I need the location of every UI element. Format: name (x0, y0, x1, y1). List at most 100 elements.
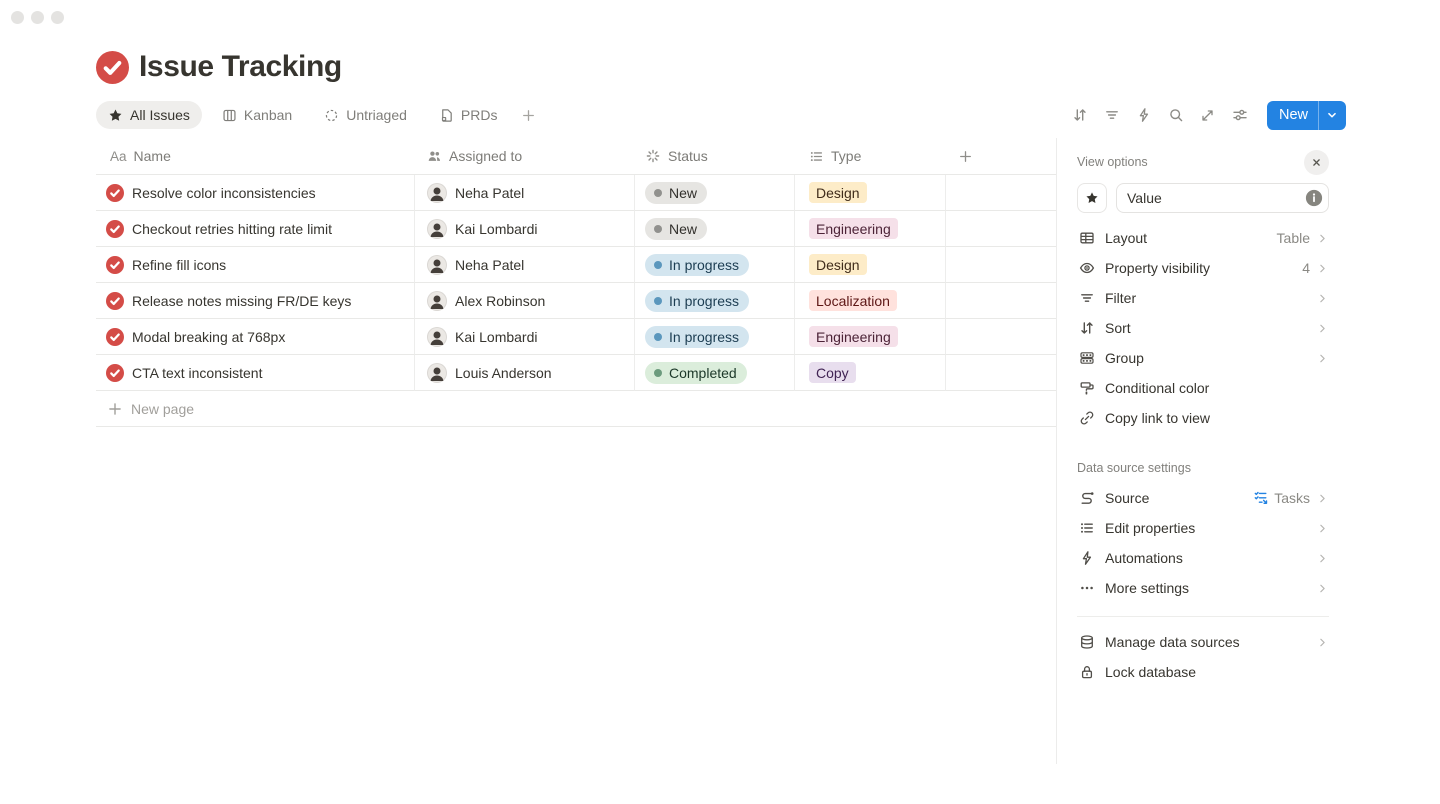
type-cell[interactable]: Copy (795, 355, 946, 391)
new-button-dropdown[interactable] (1318, 101, 1346, 130)
empty-cell[interactable] (946, 355, 1056, 391)
tab-prds[interactable]: PRDs (427, 101, 510, 129)
status-cell[interactable]: Completed (635, 355, 795, 391)
menu-item-manage-data-sources[interactable]: Manage data sources (1077, 627, 1329, 657)
status-cell[interactable]: In progress (635, 283, 795, 319)
assignee-cell[interactable]: Kai Lombardi (415, 211, 635, 247)
name-cell[interactable]: Modal breaking at 768px (96, 319, 415, 355)
column-header-status[interactable]: Status (635, 138, 795, 174)
table-header-row: Aa Name Assigned to Status Type (96, 138, 1056, 175)
menu-item-filter[interactable]: Filter (1077, 283, 1329, 313)
tab-untriaged[interactable]: Untriaged (312, 101, 419, 129)
type-cell[interactable]: Localization (795, 283, 946, 319)
avatar (427, 183, 447, 203)
chevron-right-icon (1316, 552, 1329, 565)
empty-cell[interactable] (946, 283, 1056, 319)
page-check-icon[interactable] (96, 51, 129, 84)
chevron-down-icon (1325, 108, 1339, 122)
column-header-assigned-to[interactable]: Assigned to (415, 138, 635, 174)
window-control-dot[interactable] (11, 11, 24, 24)
empty-cell[interactable] (946, 247, 1056, 283)
lock-icon (1079, 664, 1095, 680)
menu-item-group[interactable]: Group (1077, 343, 1329, 373)
empty-cell[interactable] (946, 211, 1056, 247)
data-source-settings-title: Data source settings (1077, 459, 1329, 477)
sort-arrows-icon (1079, 320, 1095, 336)
type-cell[interactable]: Design (795, 247, 946, 283)
empty-cell[interactable] (946, 175, 1056, 211)
table-row[interactable]: Checkout retries hitting rate limit Kai … (96, 211, 1056, 247)
status-dot-icon (654, 189, 662, 197)
menu-item-layout[interactable]: Layout Table (1077, 223, 1329, 253)
menu-item-edit-properties[interactable]: Edit properties (1077, 513, 1329, 543)
table-row[interactable]: Refine fill icons Neha Patel In progress… (96, 247, 1056, 283)
new-page-row[interactable]: New page (96, 391, 1056, 427)
table-row[interactable]: CTA text inconsistent Louis Anderson Com… (96, 355, 1056, 391)
window-control-dot[interactable] (51, 11, 64, 24)
status-cell[interactable]: In progress (635, 247, 795, 283)
type-cell[interactable]: Design (795, 175, 946, 211)
name-cell[interactable]: Resolve color inconsistencies (96, 175, 415, 211)
assignee-cell[interactable]: Kai Lombardi (415, 319, 635, 355)
automations-button[interactable] (1131, 102, 1157, 128)
status-dot-icon (654, 333, 662, 341)
tab-kanban[interactable]: Kanban (210, 101, 304, 129)
sort-button[interactable] (1067, 102, 1093, 128)
type-cell[interactable]: Engineering (795, 319, 946, 355)
name-cell[interactable]: Checkout retries hitting rate limit (96, 211, 415, 247)
favorite-view-button[interactable] (1077, 183, 1107, 213)
name-cell[interactable]: CTA text inconsistent (96, 355, 415, 391)
chevron-right-icon (1316, 636, 1329, 649)
status-cell[interactable]: In progress (635, 319, 795, 355)
status-cell[interactable]: New (635, 175, 795, 211)
close-panel-button[interactable] (1304, 150, 1329, 175)
new-button[interactable]: New (1267, 101, 1346, 130)
column-header-type[interactable]: Type (795, 138, 946, 174)
info-icon[interactable] (1305, 189, 1323, 207)
avatar (427, 327, 447, 347)
menu-item-conditional-color[interactable]: Conditional color (1077, 373, 1329, 403)
tab-all-issues[interactable]: All Issues (96, 101, 202, 129)
assignee-cell[interactable]: Neha Patel (415, 175, 635, 211)
type-tag: Localization (809, 290, 897, 311)
menu-item-source[interactable]: Source Tasks (1077, 483, 1329, 513)
add-column-button[interactable] (946, 138, 1056, 174)
window-control-dot[interactable] (31, 11, 44, 24)
name-cell[interactable]: Refine fill icons (96, 247, 415, 283)
status-cell[interactable]: New (635, 211, 795, 247)
view-settings-button[interactable] (1227, 102, 1253, 128)
type-cell[interactable]: Engineering (795, 211, 946, 247)
menu-item-property-visibility[interactable]: Property visibility 4 (1077, 253, 1329, 283)
type-tag: Design (809, 254, 867, 275)
status-spinner-icon (645, 148, 661, 164)
status-pill: In progress (645, 290, 749, 312)
menu-item-automations[interactable]: Automations (1077, 543, 1329, 573)
view-name-input[interactable] (1116, 183, 1329, 213)
page-title[interactable]: Issue Tracking (139, 50, 342, 84)
assignee-name: Kai Lombardi (455, 221, 538, 237)
search-button[interactable] (1163, 102, 1189, 128)
menu-item-sort[interactable]: Sort (1077, 313, 1329, 343)
table-row[interactable]: Resolve color inconsistencies Neha Patel… (96, 175, 1056, 211)
menu-item-copy-link[interactable]: Copy link to view (1077, 403, 1329, 433)
filter-button[interactable] (1099, 102, 1125, 128)
empty-cell[interactable] (946, 319, 1056, 355)
menu-item-more-settings[interactable]: More settings (1077, 573, 1329, 603)
expand-button[interactable] (1195, 102, 1221, 128)
eye-icon (1079, 260, 1095, 276)
table-row[interactable]: Modal breaking at 768px Kai Lombardi In … (96, 319, 1056, 355)
page-header: Issue Tracking All Issues Kanban Untriag… (0, 46, 1440, 130)
table-row[interactable]: Release notes missing FR/DE keys Alex Ro… (96, 283, 1056, 319)
type-tag: Design (809, 182, 867, 203)
assignee-cell[interactable]: Alex Robinson (415, 283, 635, 319)
assignee-cell[interactable]: Louis Anderson (415, 355, 635, 391)
name-cell[interactable]: Release notes missing FR/DE keys (96, 283, 415, 319)
add-view-button[interactable] (517, 101, 540, 129)
assignee-name: Louis Anderson (455, 365, 552, 381)
sort-arrows-icon (1072, 107, 1088, 123)
column-header-name[interactable]: Aa Name (96, 138, 415, 174)
avatar (427, 255, 447, 275)
menu-item-lock-database[interactable]: Lock database (1077, 657, 1329, 687)
assignee-cell[interactable]: Neha Patel (415, 247, 635, 283)
window-controls (0, 0, 1440, 30)
